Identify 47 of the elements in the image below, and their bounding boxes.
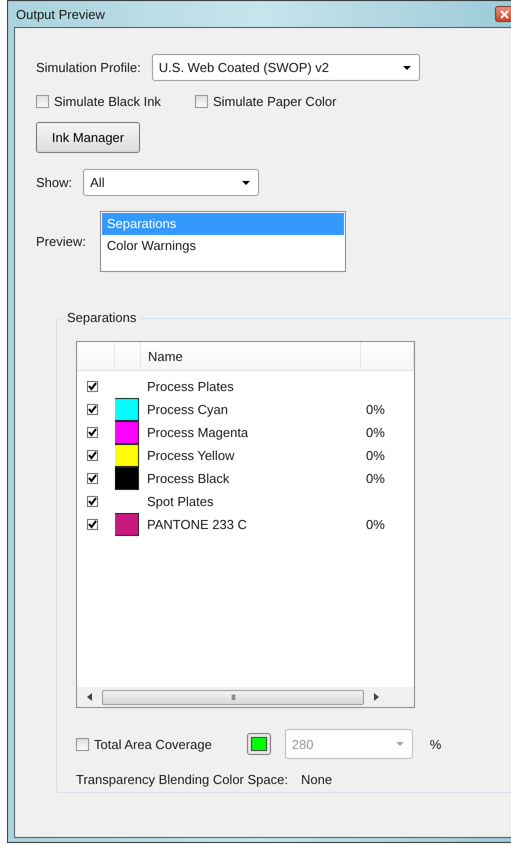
show-dropdown[interactable]: All xyxy=(83,169,260,196)
group-title: Separations xyxy=(63,310,140,325)
list-item[interactable]: Color Warnings xyxy=(102,235,344,257)
checkbox[interactable] xyxy=(36,95,49,108)
caret-icon xyxy=(242,180,250,184)
checkbox[interactable] xyxy=(87,496,98,507)
table-cell: Process Black xyxy=(147,471,230,486)
table-cell: Process Cyan xyxy=(147,402,228,417)
profile-dropdown[interactable]: U.S. Web Coated (SWOP) v2 xyxy=(152,54,420,81)
checkbox[interactable] xyxy=(87,519,98,530)
unit-label: % xyxy=(430,736,442,752)
checkbox[interactable] xyxy=(194,95,208,108)
checkbox[interactable] xyxy=(87,404,98,415)
caret-icon xyxy=(402,66,411,70)
checkbox-label: Simulate Paper Color xyxy=(212,94,336,109)
scrollbar-thumb[interactable]: III xyxy=(102,690,364,704)
checkbox-label: Simulate Black Ink xyxy=(54,94,161,109)
horizontal-scrollbar[interactable]: III xyxy=(77,687,414,707)
table-cell: 0% xyxy=(366,448,385,463)
checkbox[interactable] xyxy=(76,738,89,750)
table-cell: 0% xyxy=(366,425,385,440)
color-button[interactable] xyxy=(246,733,271,755)
table-cell: Process Plates xyxy=(147,379,234,394)
field-label: Simulation Profile: xyxy=(36,60,141,75)
caret-icon xyxy=(396,742,404,746)
close-icon xyxy=(500,10,508,18)
checkbox[interactable] xyxy=(87,427,98,438)
checkbox-label: Total Area Coverage xyxy=(94,736,212,752)
scroll-left-icon[interactable] xyxy=(87,693,92,701)
checkbox[interactable] xyxy=(87,450,98,461)
close-button[interactable] xyxy=(495,6,511,22)
table-cell: 0% xyxy=(366,471,385,486)
scroll-right-icon[interactable] xyxy=(374,693,379,701)
table-cell: 0% xyxy=(366,402,385,417)
field-label: Transparency Blending Color Space: xyxy=(76,772,288,787)
field-label: Preview: xyxy=(36,234,86,249)
checkbox[interactable] xyxy=(87,381,98,392)
window-title: Output Preview xyxy=(16,6,105,22)
table-cell: 0% xyxy=(366,517,385,532)
checkbox[interactable] xyxy=(87,473,98,484)
ink-manager-button[interactable]: Ink Manager xyxy=(36,122,140,153)
table-cell: Process Yellow xyxy=(147,448,234,463)
field-value: None xyxy=(300,772,332,787)
table-cell: Process Magenta xyxy=(147,425,248,440)
table-cell: PANTONE 233 C xyxy=(147,517,247,532)
table-cell: Spot Plates xyxy=(147,494,214,509)
field-label: Show: xyxy=(36,175,72,190)
